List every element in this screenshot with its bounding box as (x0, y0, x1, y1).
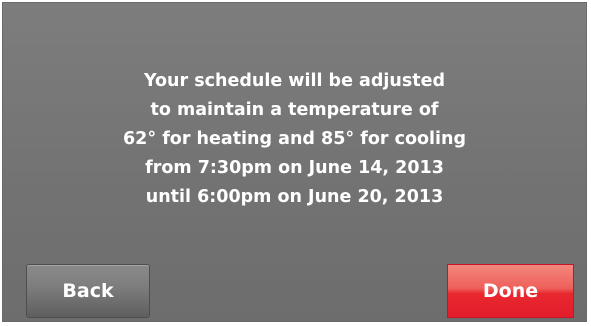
message-line: 62° for heating and 85° for cooling (123, 129, 466, 149)
back-button-label: Back (62, 280, 114, 302)
schedule-message: Your schedule will be adjusted to mainta… (3, 67, 586, 212)
done-button[interactable]: Done (447, 264, 574, 318)
thermostat-screen: Your schedule will be adjusted to mainta… (2, 2, 587, 322)
message-line: from 7:30pm on June 14, 2013 (145, 158, 444, 178)
message-line: until 6:00pm on June 20, 2013 (145, 187, 444, 207)
message-line: Your schedule will be adjusted (143, 71, 446, 91)
back-button[interactable]: Back (26, 264, 150, 318)
done-button-label: Done (482, 280, 539, 302)
message-line: to maintain a temperature of (150, 100, 439, 120)
